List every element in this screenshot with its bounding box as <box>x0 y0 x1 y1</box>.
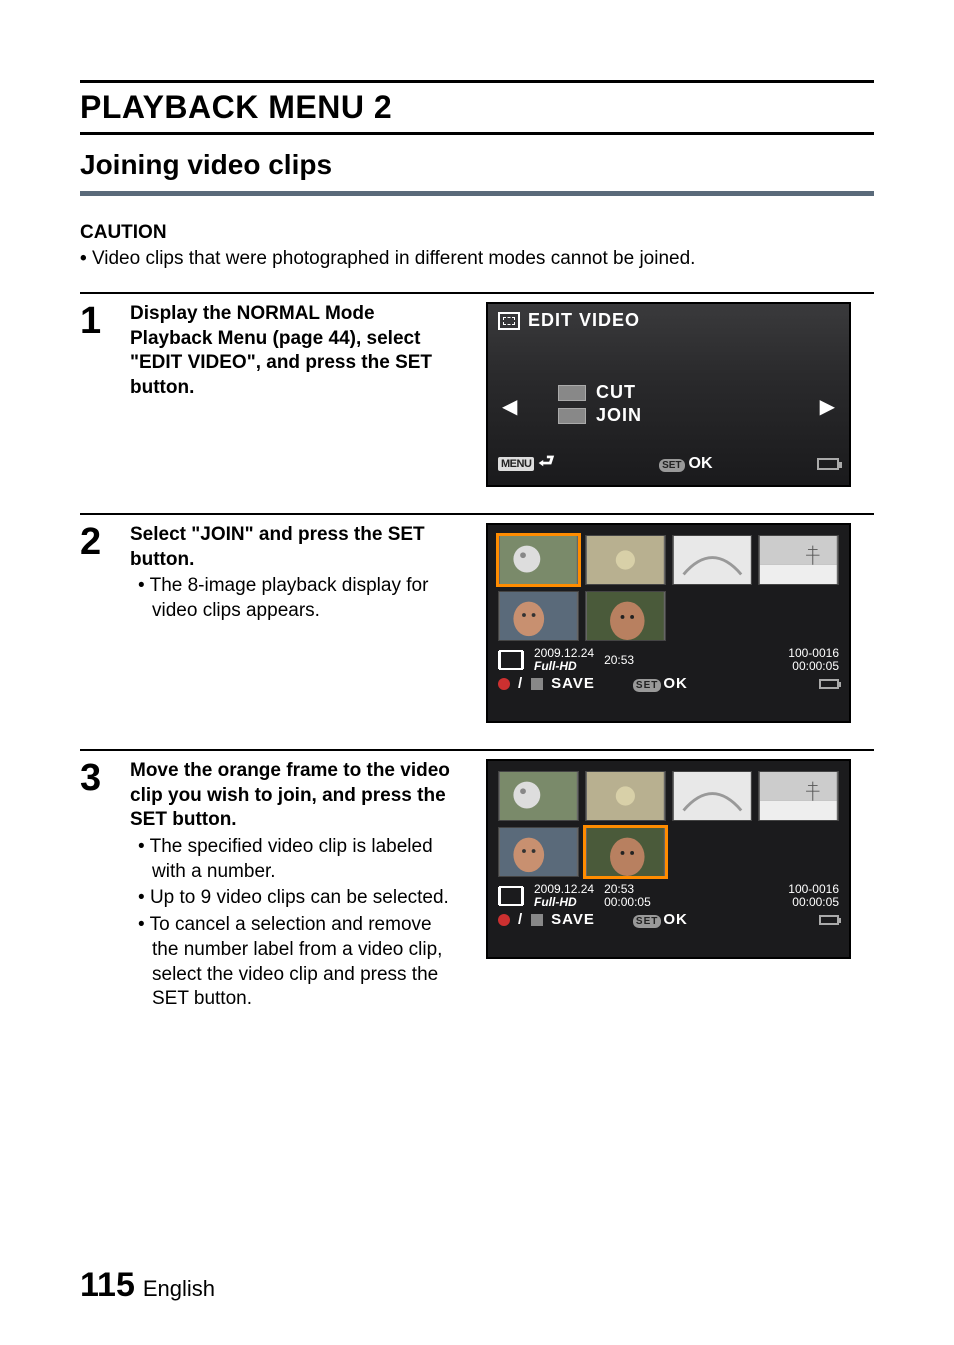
thumb-3 <box>672 535 753 585</box>
info-duration-a: 00:00:05 <box>604 896 651 909</box>
step-body: Move the orange frame to the video clip … <box>130 759 470 1012</box>
thumb-1 <box>498 771 579 821</box>
stop-icon <box>531 914 543 926</box>
stop-icon <box>531 678 543 690</box>
thumb-3 <box>672 771 753 821</box>
arrow-right-icon: ▶ <box>820 394 835 419</box>
bullet-text: Up to 9 video clips can be selected. <box>150 887 449 908</box>
slash: / <box>518 911 523 928</box>
thumb-5 <box>498 591 579 641</box>
info-mode: Full-HD <box>534 660 594 673</box>
page-lang: English <box>143 1276 215 1301</box>
step-body: Select "JOIN" and press the SET button. … <box>130 523 470 624</box>
info-duration-b: 00:00:05 <box>788 896 839 909</box>
bullet-text: The specified video clip is labeled with… <box>150 836 433 882</box>
step-number: 2 <box>80 523 114 561</box>
caution-text: • Video clips that were photographed in … <box>94 248 874 270</box>
menu-badge: MENU <box>498 457 534 471</box>
thumb-6-selected: 1 <box>585 827 666 877</box>
step-bullet: • Up to 9 video clips can be selected. <box>152 886 460 911</box>
info-time: 20:53 <box>604 654 634 667</box>
battery-icon <box>817 458 839 470</box>
option-cut: CUT <box>596 382 636 403</box>
arrow-left-icon: ◀ <box>502 394 517 419</box>
step-bullet: • To cancel a selection and remove the n… <box>152 913 460 1012</box>
bullet-text: To cancel a selection and remove the num… <box>150 914 443 1009</box>
page-footer: 115 English <box>80 1266 215 1305</box>
rec-dot-icon <box>498 914 510 926</box>
page-title-h2: Joining video clips <box>80 149 874 196</box>
ok-label: OK <box>663 675 688 692</box>
step-number: 3 <box>80 759 114 797</box>
info-duration: 00:00:05 <box>788 660 839 673</box>
camera-screen-thumbs-2: 1 2009.12.24 Full-HD 20:53 00:00:05 100-… <box>486 759 851 959</box>
caution-text-span: Video clips that were photographed in di… <box>92 248 696 269</box>
ok-label: OK <box>663 911 688 928</box>
caution-label: CAUTION <box>80 222 874 244</box>
battery-icon <box>819 679 839 689</box>
slash: / <box>518 675 523 692</box>
thumb-1-selected <box>498 535 579 585</box>
info-mode: Full-HD <box>534 896 594 909</box>
step-bold: Display the NORMAL Mode Playback Menu (p… <box>130 303 432 398</box>
thumb-4 <box>758 771 839 821</box>
step-illustration: 2009.12.24 Full-HD 20:53 100-0016 00:00:… <box>486 523 856 723</box>
battery-icon <box>819 915 839 925</box>
set-badge: SET <box>659 459 684 472</box>
edit-icon <box>498 312 520 330</box>
step-3: 3 Move the orange frame to the video cli… <box>80 749 874 1012</box>
camera-screen-edit-video: EDIT VIDEO ◀ ▶ CUT JOIN MENU ⮐ SET OK <box>486 302 851 487</box>
page-title-h1: PLAYBACK MENU 2 <box>80 80 874 135</box>
film-icon <box>498 885 524 907</box>
step-1: 1 Display the NORMAL Mode Playback Menu … <box>80 292 874 487</box>
cut-icon <box>558 385 586 401</box>
join-icon <box>558 408 586 424</box>
ok-label: OK <box>689 455 713 472</box>
set-badge: SET <box>633 679 661 692</box>
step-illustration: EDIT VIDEO ◀ ▶ CUT JOIN MENU ⮐ SET OK <box>486 302 856 487</box>
thumb-2 <box>585 535 666 585</box>
step-bold: Select "JOIN" and press the SET button. <box>130 524 425 570</box>
rec-dot-icon <box>498 678 510 690</box>
step-body: Display the NORMAL Mode Playback Menu (p… <box>130 302 470 401</box>
thumb-2 <box>585 771 666 821</box>
film-icon <box>498 649 524 671</box>
screen-title: EDIT VIDEO <box>528 310 640 331</box>
option-join: JOIN <box>596 405 642 426</box>
thumb-4 <box>758 535 839 585</box>
return-icon: ⮐ <box>538 451 554 471</box>
bullet-text: The 8-image playback display for video c… <box>150 575 429 621</box>
step-number: 1 <box>80 302 114 340</box>
set-badge: SET <box>633 915 661 928</box>
page-number: 115 <box>80 1266 135 1304</box>
step-2: 2 Select "JOIN" and press the SET button… <box>80 513 874 723</box>
step-illustration: 1 2009.12.24 Full-HD 20:53 00:00:05 100-… <box>486 759 856 959</box>
thumb-6 <box>585 591 666 641</box>
thumb-5 <box>498 827 579 877</box>
save-label: SAVE <box>551 911 595 928</box>
camera-screen-thumbs-1: 2009.12.24 Full-HD 20:53 100-0016 00:00:… <box>486 523 851 723</box>
step-bold: Move the orange frame to the video clip … <box>130 760 450 830</box>
step-bullet: • The 8-image playback display for video… <box>152 574 460 623</box>
step-bullet: • The specified video clip is labeled wi… <box>152 835 460 884</box>
save-label: SAVE <box>551 675 595 692</box>
